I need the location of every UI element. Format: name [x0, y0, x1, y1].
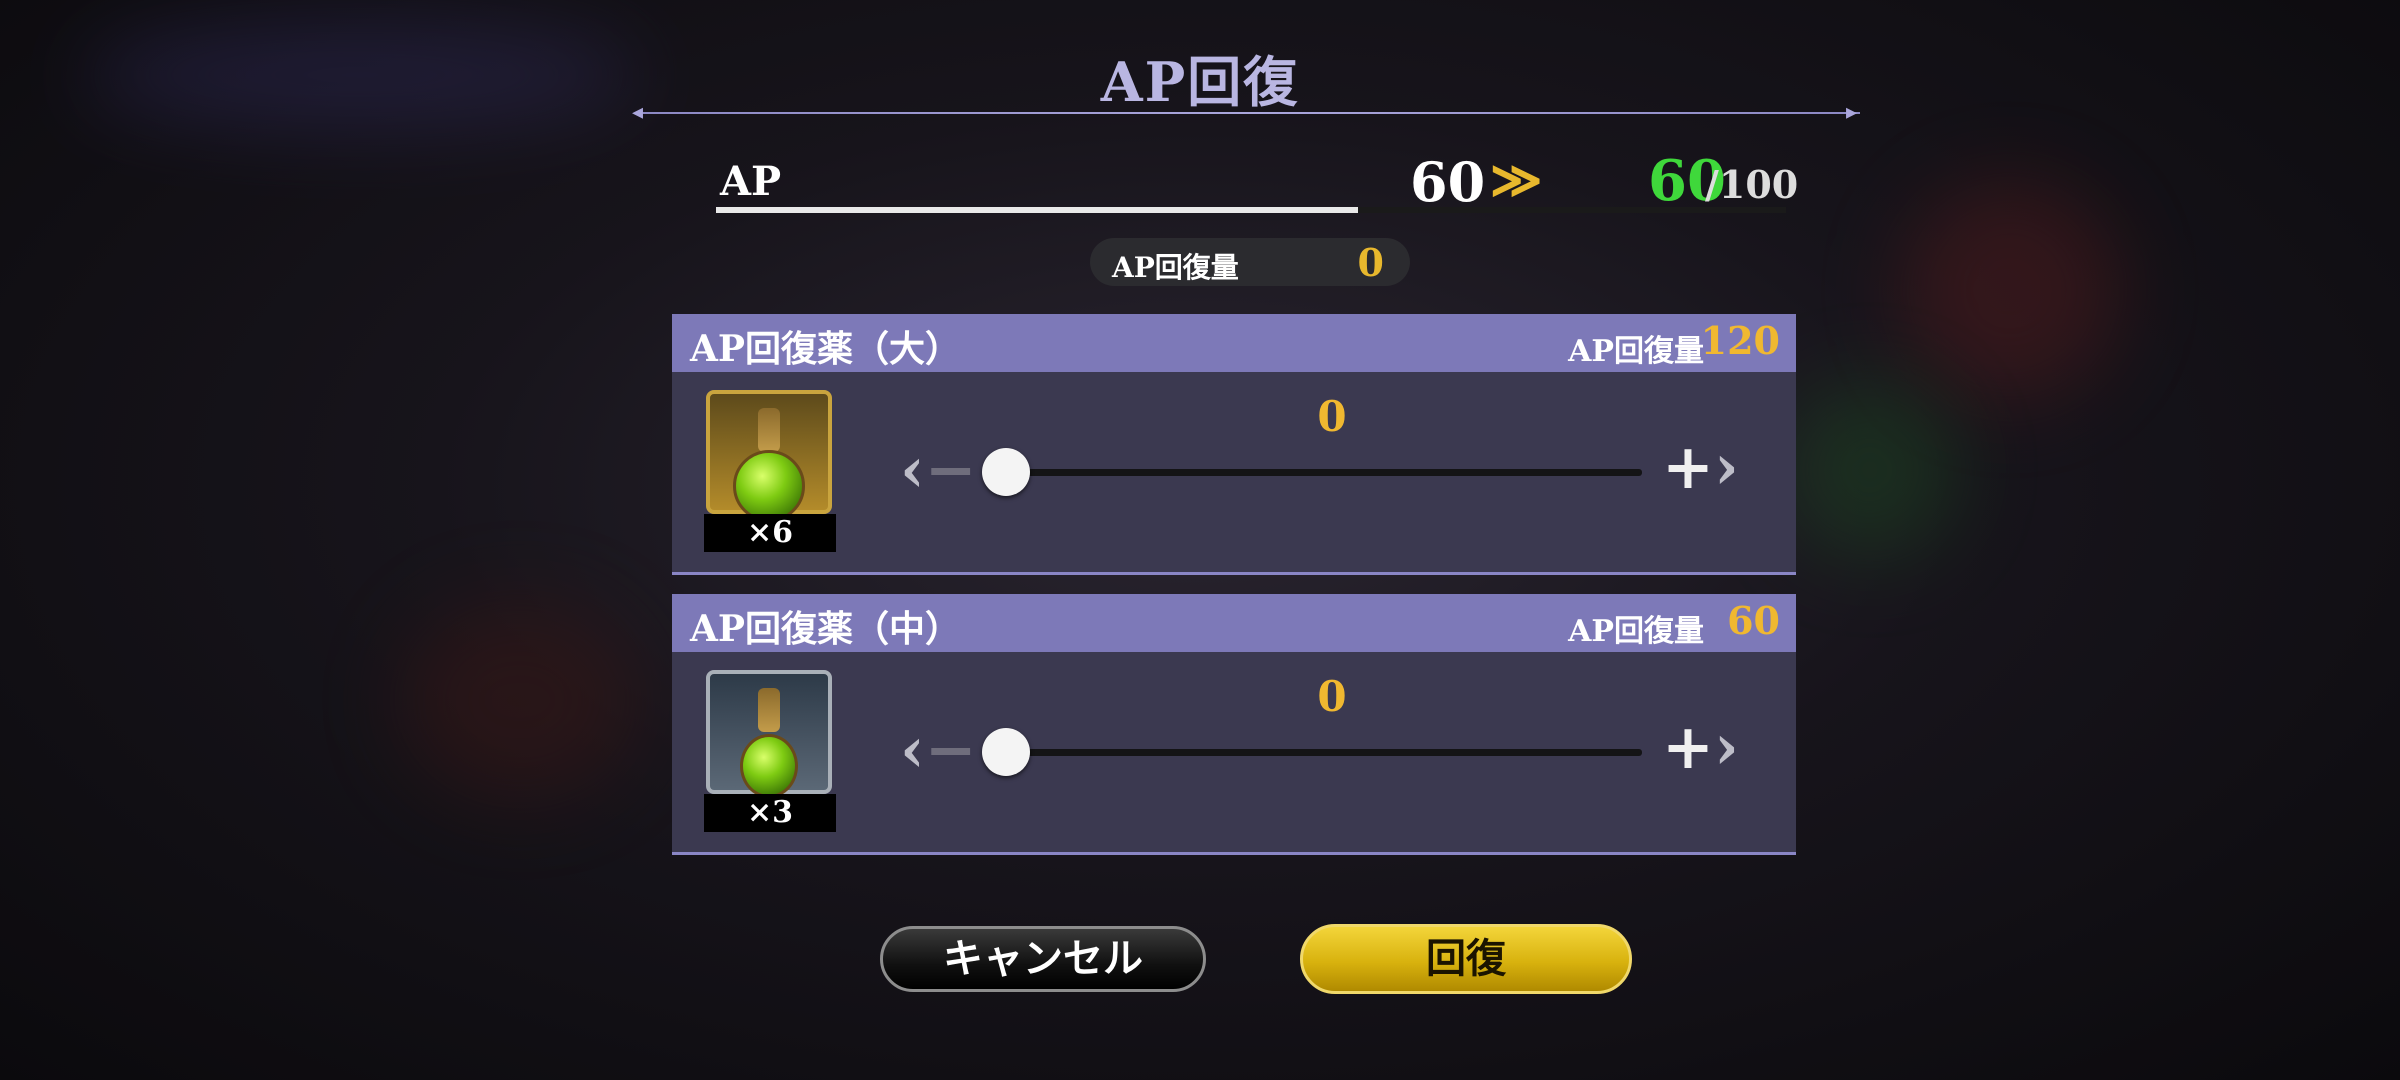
cancel-button[interactable]: キャンセル [880, 926, 1206, 992]
item-panel-medium: AP回復薬（中） AP回復量 60 ×3 0 ‹− +› [672, 594, 1796, 855]
ap-current-value: 60 [1410, 150, 1486, 214]
ap-max-value: /100 [1705, 162, 1799, 207]
decrease-button[interactable]: ‹− [900, 439, 980, 502]
item-panel-large: AP回復薬（大） AP回復量 120 ×6 0 ‹− +› [672, 314, 1796, 575]
item-name: AP回復薬（大） [690, 328, 962, 370]
item-owned-count: ×6 [704, 514, 836, 552]
quantity-slider-track[interactable] [1006, 749, 1642, 756]
use-quantity: 0 [1317, 672, 1347, 721]
item-panel-body: ×3 0 ‹− +› [672, 652, 1796, 855]
decrease-button[interactable]: ‹− [900, 719, 980, 782]
item-recover-value: 60 [1727, 598, 1780, 643]
increase-button[interactable]: +› [1662, 714, 1752, 784]
quantity-slider-knob[interactable] [982, 448, 1030, 496]
item-recover-label: AP回復量 [1568, 614, 1704, 649]
total-recover-label: AP回復量 [1112, 251, 1239, 284]
item-panel-header: AP回復薬（大） AP回復量 120 [672, 314, 1796, 372]
background-blur [1900, 180, 2120, 400]
total-recover-badge: AP回復量 0 [1090, 238, 1410, 286]
potion-neck [758, 408, 780, 452]
potion-flask [740, 734, 798, 798]
item-recover-label: AP回復量 [1568, 334, 1704, 369]
potion-flask [733, 450, 805, 522]
potion-icon [706, 390, 832, 522]
chevron-right-icon: › [1713, 430, 1739, 503]
increase-button[interactable]: +› [1662, 434, 1752, 504]
chevron-left-icon: ‹ [900, 713, 925, 786]
ap-label: AP [720, 158, 782, 205]
item-panel-header: AP回復薬（中） AP回復量 60 [672, 594, 1796, 652]
divider-right-arrow-icon: ▸ [1846, 100, 1858, 125]
potion-neck [758, 688, 780, 732]
item-panel-body: ×6 0 ‹− +› [672, 372, 1796, 575]
dialog-title: AP回復 [1100, 50, 1300, 114]
potion-icon [706, 670, 832, 798]
chevron-left-icon: ‹ [900, 433, 925, 506]
background-blur [400, 600, 640, 800]
quantity-slider-track[interactable] [1006, 469, 1642, 476]
item-name: AP回復薬（中） [690, 608, 962, 650]
quantity-slider-knob[interactable] [982, 728, 1030, 776]
use-quantity: 0 [1317, 392, 1347, 441]
title-divider [640, 112, 1860, 114]
background-blur [1780, 380, 1960, 560]
ap-bar-fill [716, 207, 1358, 213]
divider-left-arrow-icon: ◂ [632, 100, 644, 125]
recover-button[interactable]: 回復 [1300, 924, 1632, 994]
total-recover-value: 0 [1357, 240, 1384, 285]
item-recover-value: 120 [1700, 318, 1780, 363]
chevron-right-icon: › [1713, 710, 1739, 783]
item-owned-count: ×3 [704, 794, 836, 832]
double-chevron-right-icon: ≫ [1490, 150, 1543, 209]
